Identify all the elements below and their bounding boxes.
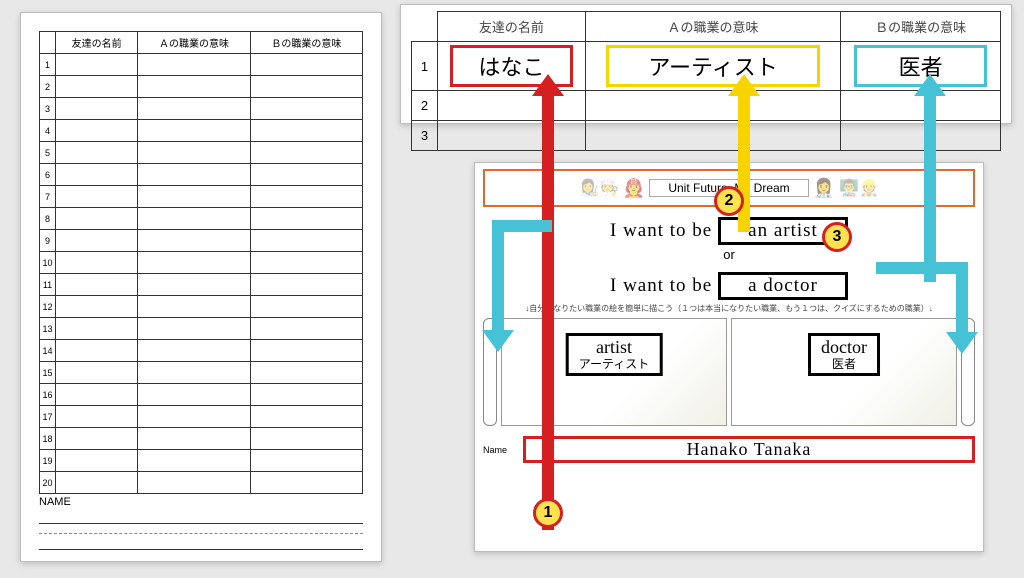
table-row: 11 [40,274,363,296]
table-row: 6 [40,164,363,186]
col-header-job-a: Ａの職業の意味 [138,32,250,54]
row-num: 5 [40,142,56,164]
zoom-row-1-num: 1 [412,42,438,91]
card-a-en: artist [579,338,650,358]
row-num: 15 [40,362,56,384]
table-row: 19 [40,450,363,472]
lesson-worksheet: 👩‍🎨🧑‍🍳 🧑‍🚒 Unit Future, My Dream 👩‍⚕️ 👨‍… [474,162,984,552]
col-header-job-b: Ｂの職業の意味 [250,32,362,54]
sentence-1: I want to be an artist [483,217,975,245]
row-num: 20 [40,472,56,494]
answer-job-b: 医者 [854,45,987,87]
row-num: 6 [40,164,56,186]
table-row: 4 [40,120,363,142]
badge-3: 3 [822,222,852,252]
row-num: 4 [40,120,56,142]
table-row: 10 [40,252,363,274]
table-row: 3 [40,98,363,120]
table-row: 9 [40,230,363,252]
blank-table: 友達の名前 Ａの職業の意味 Ｂの職業の意味 123456789101112131… [39,31,363,494]
row-num: 16 [40,384,56,406]
card-b-en: doctor [821,338,867,358]
row-num: 2 [40,76,56,98]
zoom-row-3-num: 3 [412,121,438,151]
table-row: 8 [40,208,363,230]
or-label: or [483,247,975,262]
card-b-jp: 医者 [821,358,867,371]
row-num: 19 [40,450,56,472]
zoom-header-job-a: Ａの職業の意味 [585,12,840,42]
name-lbl: Name [483,445,517,455]
right-bracket [961,318,975,426]
sentence-2: I want to be a doctor [483,272,975,300]
row-num: 11 [40,274,56,296]
row-num: 9 [40,230,56,252]
table-row: 2 [40,76,363,98]
zoom-header-job-b: Ｂの職業の意味 [841,12,1001,42]
line2-fill: a doctor [718,272,848,300]
table-row: 5 [40,142,363,164]
answer-name: はなこ [450,45,573,87]
table-row: 18 [40,428,363,450]
badge-2: 2 [714,186,744,216]
card-a-label: artist アーティスト [566,333,663,376]
name-solid-line [39,508,363,524]
drawing-card-a: artist アーティスト [501,318,727,426]
zoomed-answer-table: 友達の名前 Ａの職業の意味 Ｂの職業の意味 1 はなこ アーティスト 医者 2 … [400,4,1012,124]
table-row: 15 [40,362,363,384]
table-row: 20 [40,472,363,494]
student-name: Hanako Tanaka [523,436,975,463]
badge-1: 1 [533,498,563,528]
card-a-jp: アーティスト [579,358,650,371]
left-bracket [483,318,497,426]
card-b-label: doctor 医者 [808,333,880,376]
row-num: 7 [40,186,56,208]
blank-worksheet: 友達の名前 Ａの職業の意味 Ｂの職業の意味 123456789101112131… [20,12,382,562]
row-num: 12 [40,296,56,318]
row-num: 17 [40,406,56,428]
name-row: Name Hanako Tanaka [483,436,975,463]
table-row: 14 [40,340,363,362]
line2-prefix: I want to be [610,275,712,296]
row-num: 14 [40,340,56,362]
table-row: 16 [40,384,363,406]
name-solid-line-2 [39,534,363,550]
table-row: 17 [40,406,363,428]
table-row: 12 [40,296,363,318]
name-dashed-line [39,524,363,534]
row-num: 10 [40,252,56,274]
row-num: 8 [40,208,56,230]
zoom-table: 友達の名前 Ａの職業の意味 Ｂの職業の意味 1 はなこ アーティスト 医者 2 … [411,11,1001,151]
instruction-text: ↓自分がなりたい職業の絵を簡単に描こう（１つは本当になりたい職業、もう１つは、ク… [483,303,975,314]
row-num: 13 [40,318,56,340]
row-num: 18 [40,428,56,450]
col-header-name: 友達の名前 [56,32,138,54]
table-row: 1 [40,54,363,76]
row-num: 1 [40,54,56,76]
line1-prefix: I want to be [610,220,712,241]
row-num: 3 [40,98,56,120]
zoom-row-2-num: 2 [412,91,438,121]
table-row: 13 [40,318,363,340]
zoom-header-name: 友達の名前 [438,12,586,42]
table-row: 7 [40,186,363,208]
answer-job-a: アーティスト [606,45,821,87]
name-label: NAME [39,496,363,508]
drawing-row: artist アーティスト doctor 医者 [483,318,975,426]
drawing-card-b: doctor 医者 [731,318,957,426]
